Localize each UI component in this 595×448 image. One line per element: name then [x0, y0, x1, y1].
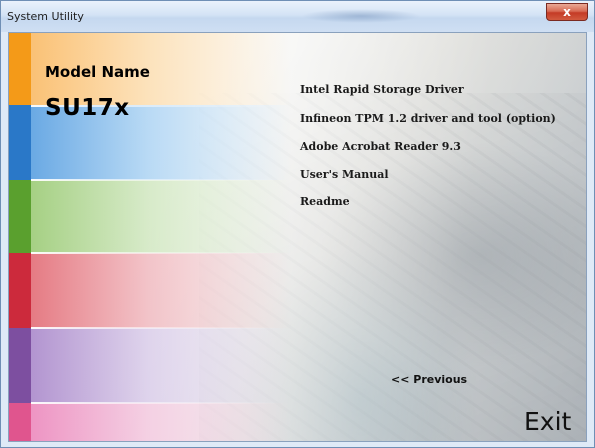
- band-purple: [31, 328, 291, 403]
- close-icon: x: [563, 5, 571, 19]
- title-bar[interactable]: System Utility x: [1, 1, 594, 32]
- system-utility-window: System Utility x Model Name SU17x Intel …: [0, 0, 595, 448]
- color-strip-pink: [9, 403, 31, 441]
- band-pink: [31, 403, 291, 441]
- menu-item-infineon-tpm[interactable]: Infineon TPM 1.2 driver and tool (option…: [300, 112, 556, 125]
- model-name-label: Model Name: [45, 63, 150, 81]
- menu-item-adobe-reader[interactable]: Adobe Acrobat Reader 9.3: [300, 140, 461, 153]
- exit-button[interactable]: Exit: [524, 407, 571, 436]
- menu-item-users-manual[interactable]: User's Manual: [300, 168, 389, 181]
- window-title: System Utility: [7, 10, 84, 23]
- close-button[interactable]: x: [546, 3, 588, 21]
- client-area: Model Name SU17x Intel Rapid Storage Dri…: [8, 32, 587, 442]
- band-divider: [31, 327, 281, 329]
- title-bar-glow: [301, 9, 421, 23]
- band-divider: [31, 179, 281, 181]
- previous-button[interactable]: << Previous: [391, 373, 467, 386]
- color-strip-purple: [9, 328, 31, 403]
- band-red: [31, 253, 291, 328]
- model-name-value: SU17x: [45, 95, 130, 121]
- band-divider: [31, 402, 281, 404]
- band-green: [31, 180, 291, 253]
- color-strip-green: [9, 180, 31, 253]
- color-strip-orange: [9, 33, 31, 105]
- color-strip-blue: [9, 105, 31, 180]
- menu-item-intel-rapid-storage[interactable]: Intel Rapid Storage Driver: [300, 83, 464, 96]
- band-divider: [31, 252, 281, 254]
- color-strip-red: [9, 253, 31, 328]
- menu-item-readme[interactable]: Readme: [300, 195, 350, 208]
